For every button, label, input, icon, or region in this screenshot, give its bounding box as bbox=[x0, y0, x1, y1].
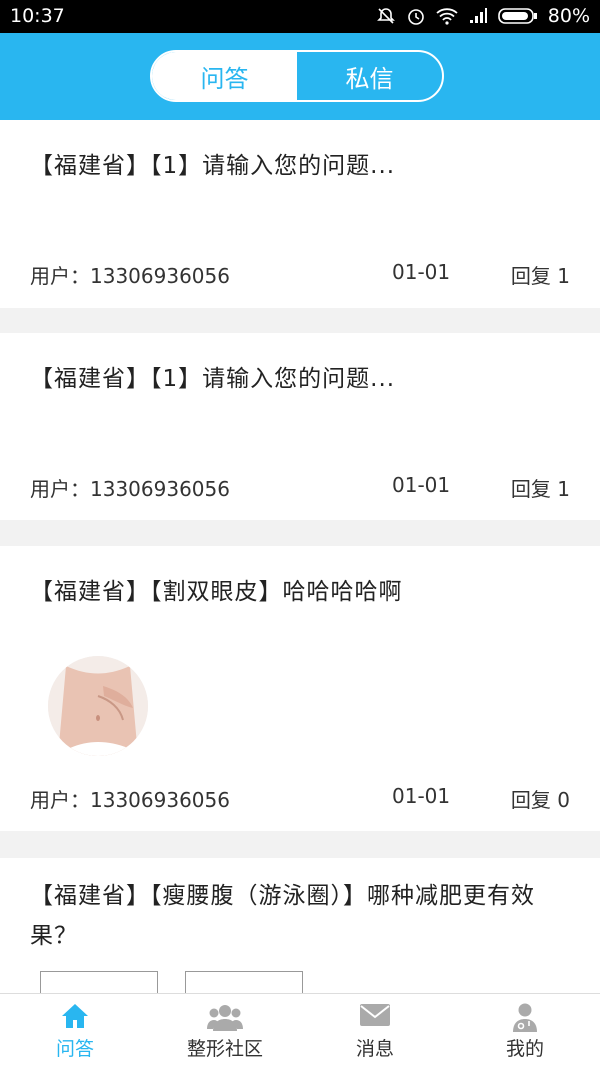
battery-percent: 80% bbox=[547, 5, 590, 27]
segmented-control: 问答 私信 bbox=[150, 50, 444, 102]
tab-label: 我的 bbox=[505, 1038, 544, 1060]
mute-icon bbox=[376, 6, 396, 26]
battery-icon bbox=[497, 7, 538, 25]
envelope-icon bbox=[359, 1002, 391, 1032]
waist-photo-icon bbox=[48, 656, 148, 756]
wifi-icon bbox=[436, 7, 458, 25]
post-date: 01-01 bbox=[392, 473, 451, 497]
group-icon bbox=[207, 1002, 243, 1036]
tab-label: 整形社区 bbox=[186, 1038, 263, 1060]
list-item[interactable]: 【福建省】【1】请输入您的问题... 用户：13306936056 01-01 … bbox=[0, 333, 600, 520]
list-item[interactable]: 【福建省】【割双眼皮】哈哈哈哈啊 用户：13306936056 01-01 回复… bbox=[0, 546, 600, 831]
post-date: 01-01 bbox=[392, 784, 451, 808]
post-user: 用户：13306936056 bbox=[30, 477, 230, 501]
home-icon bbox=[60, 1002, 90, 1034]
post-title: 【福建省】【1】请输入您的问题... bbox=[30, 366, 396, 392]
post-title: 【福建省】【1】请输入您的问题... bbox=[30, 153, 396, 179]
tab-label: 问答 bbox=[55, 1038, 94, 1060]
doctor-icon bbox=[511, 1002, 539, 1036]
signal-icon bbox=[468, 7, 488, 25]
post-title: 【福建省】【割双眼皮】哈哈哈哈啊 bbox=[30, 579, 403, 605]
status-bar: 10:37 80% bbox=[0, 0, 600, 33]
post-user: 用户：13306936056 bbox=[30, 264, 230, 288]
tab-qa[interactable]: 问答 bbox=[0, 994, 150, 1068]
tab-mine[interactable]: 我的 bbox=[450, 994, 600, 1068]
post-reply-count: 回复 0 bbox=[510, 788, 570, 812]
post-date: 01-01 bbox=[392, 260, 451, 284]
tab-community[interactable]: 整形社区 bbox=[150, 994, 300, 1068]
list-item[interactable]: 【福建省】【瘦腰腹（游泳圈）】哪种减肥更有效果？ bbox=[0, 858, 600, 996]
tab-label: 消息 bbox=[355, 1038, 394, 1060]
status-time: 10:37 bbox=[10, 5, 65, 27]
status-icons: 80% bbox=[376, 5, 590, 27]
segment-qa[interactable]: 问答 bbox=[152, 52, 297, 100]
post-thumbnail[interactable] bbox=[48, 656, 148, 756]
bottom-tab-bar: 问答 整形社区 消息 我的 bbox=[0, 993, 600, 1068]
tab-messages[interactable]: 消息 bbox=[300, 994, 450, 1068]
post-reply-count: 回复 1 bbox=[510, 264, 570, 288]
alarm-icon bbox=[406, 6, 426, 26]
post-title: 【福建省】【瘦腰腹（游泳圈）】哪种减肥更有效果？ bbox=[30, 883, 535, 949]
list-item[interactable]: 【福建省】【1】请输入您的问题... 用户：13306936056 01-01 … bbox=[0, 120, 600, 308]
segment-messages[interactable]: 私信 bbox=[297, 52, 442, 100]
post-user: 用户：13306936056 bbox=[30, 788, 230, 812]
post-reply-count: 回复 1 bbox=[510, 477, 570, 501]
